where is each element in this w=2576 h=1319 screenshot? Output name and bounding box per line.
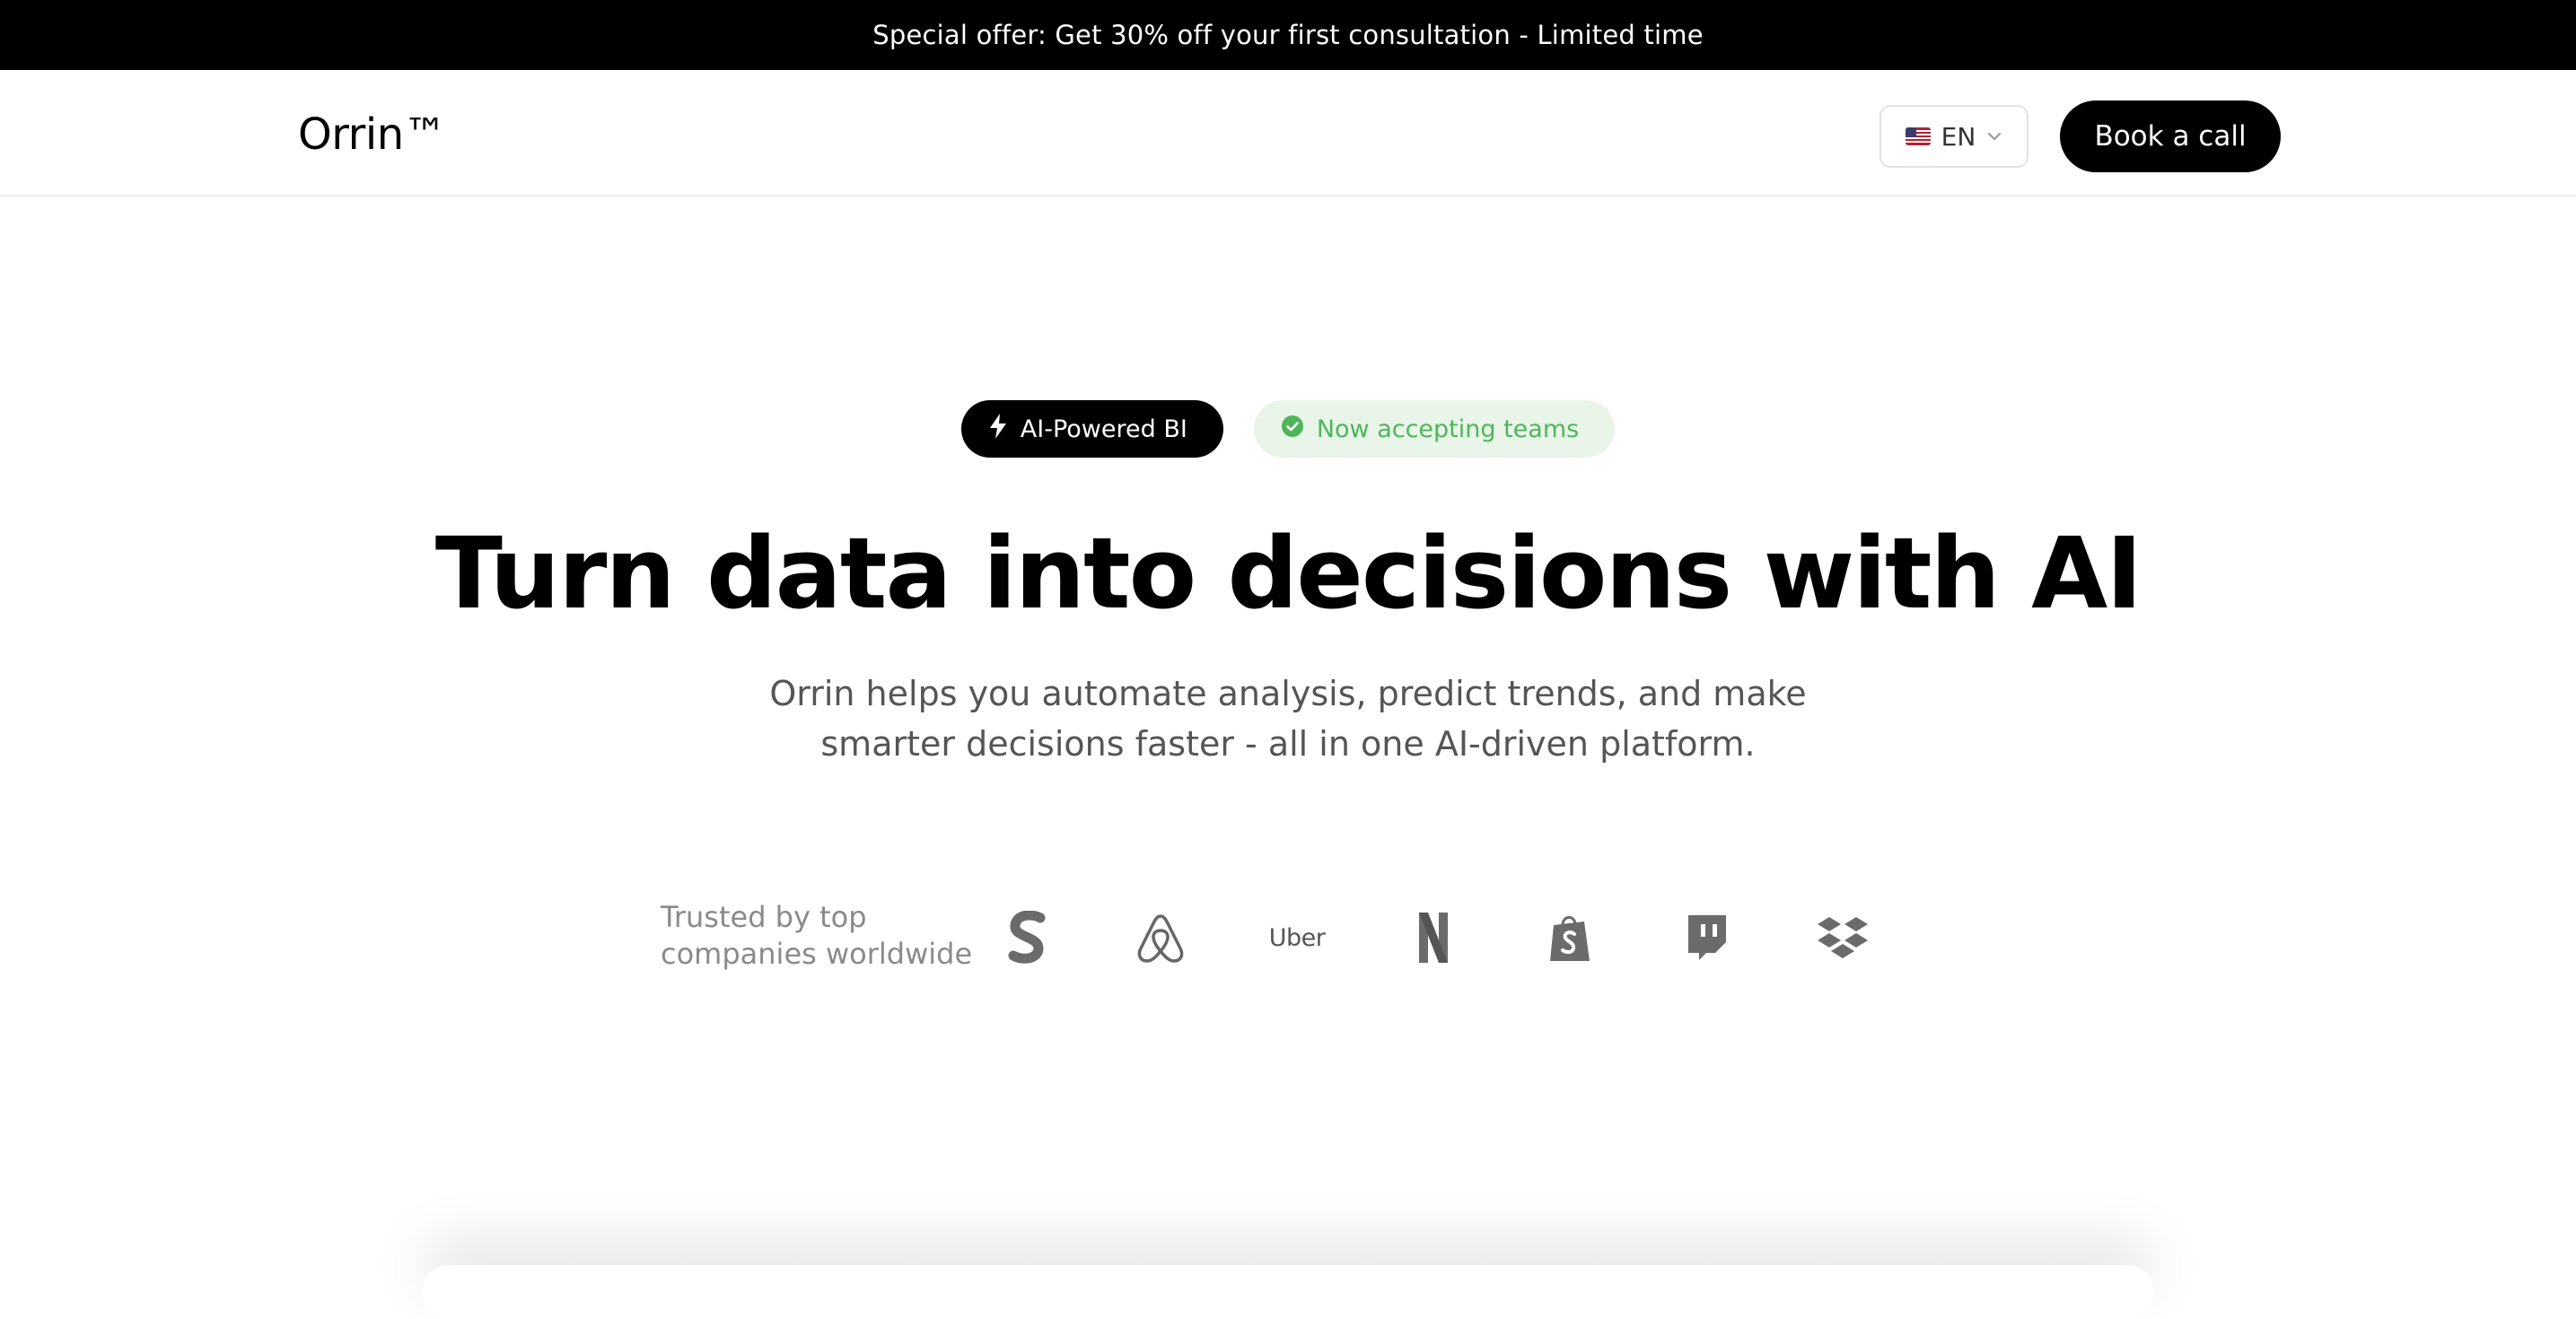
- promo-text: Special offer: Get 30% off your first co…: [872, 20, 1704, 50]
- dropbox-icon: [1811, 906, 1874, 969]
- ai-powered-label: AI-Powered BI: [1020, 415, 1187, 443]
- site-header: Orrin™ EN Book a call: [0, 70, 2576, 197]
- chevron-down-icon: [1986, 128, 2002, 145]
- language-code: EN: [1941, 121, 1976, 152]
- hero-headline: Turn data into decisions with AI: [434, 516, 2142, 631]
- lightning-icon: [988, 413, 1008, 446]
- check-circle-icon: [1281, 415, 1304, 444]
- hero-badges: AI-Powered BI Now accepting teams: [0, 400, 2576, 458]
- uber-text: Uber: [1268, 923, 1326, 952]
- us-flag-icon: [1905, 127, 1931, 145]
- trusted-line2: companies worldwide: [661, 937, 973, 971]
- stripe-icon: [996, 906, 1059, 969]
- accepting-teams-badge: Now accepting teams: [1253, 400, 1616, 458]
- twitch-icon: [1675, 906, 1738, 969]
- hero-subheadline: Orrin helps you automate analysis, predi…: [0, 668, 2576, 769]
- hero-subheadline-line1: Orrin helps you automate analysis, predi…: [769, 674, 1807, 713]
- accepting-teams-label: Now accepting teams: [1316, 415, 1580, 443]
- trusted-by-text: Trusted by top companies worldwide: [661, 899, 972, 973]
- language-selector[interactable]: EN: [1879, 105, 2028, 168]
- book-call-button[interactable]: Book a call: [2060, 100, 2281, 172]
- airbnb-icon: [1129, 906, 1192, 969]
- brand-logo[interactable]: Orrin™: [298, 109, 447, 160]
- promo-bar: Special offer: Get 30% off your first co…: [0, 0, 2576, 70]
- shopify-icon: [1538, 906, 1601, 969]
- ai-powered-badge: AI-Powered BI: [960, 400, 1223, 458]
- netflix-icon: [1402, 906, 1465, 969]
- product-preview-card: [422, 1265, 2154, 1319]
- hero-subheadline-line2: smarter decisions faster - all in one AI…: [820, 724, 1756, 764]
- trusted-line1: Trusted by top: [661, 900, 867, 934]
- uber-logo: Uber: [1266, 906, 1328, 969]
